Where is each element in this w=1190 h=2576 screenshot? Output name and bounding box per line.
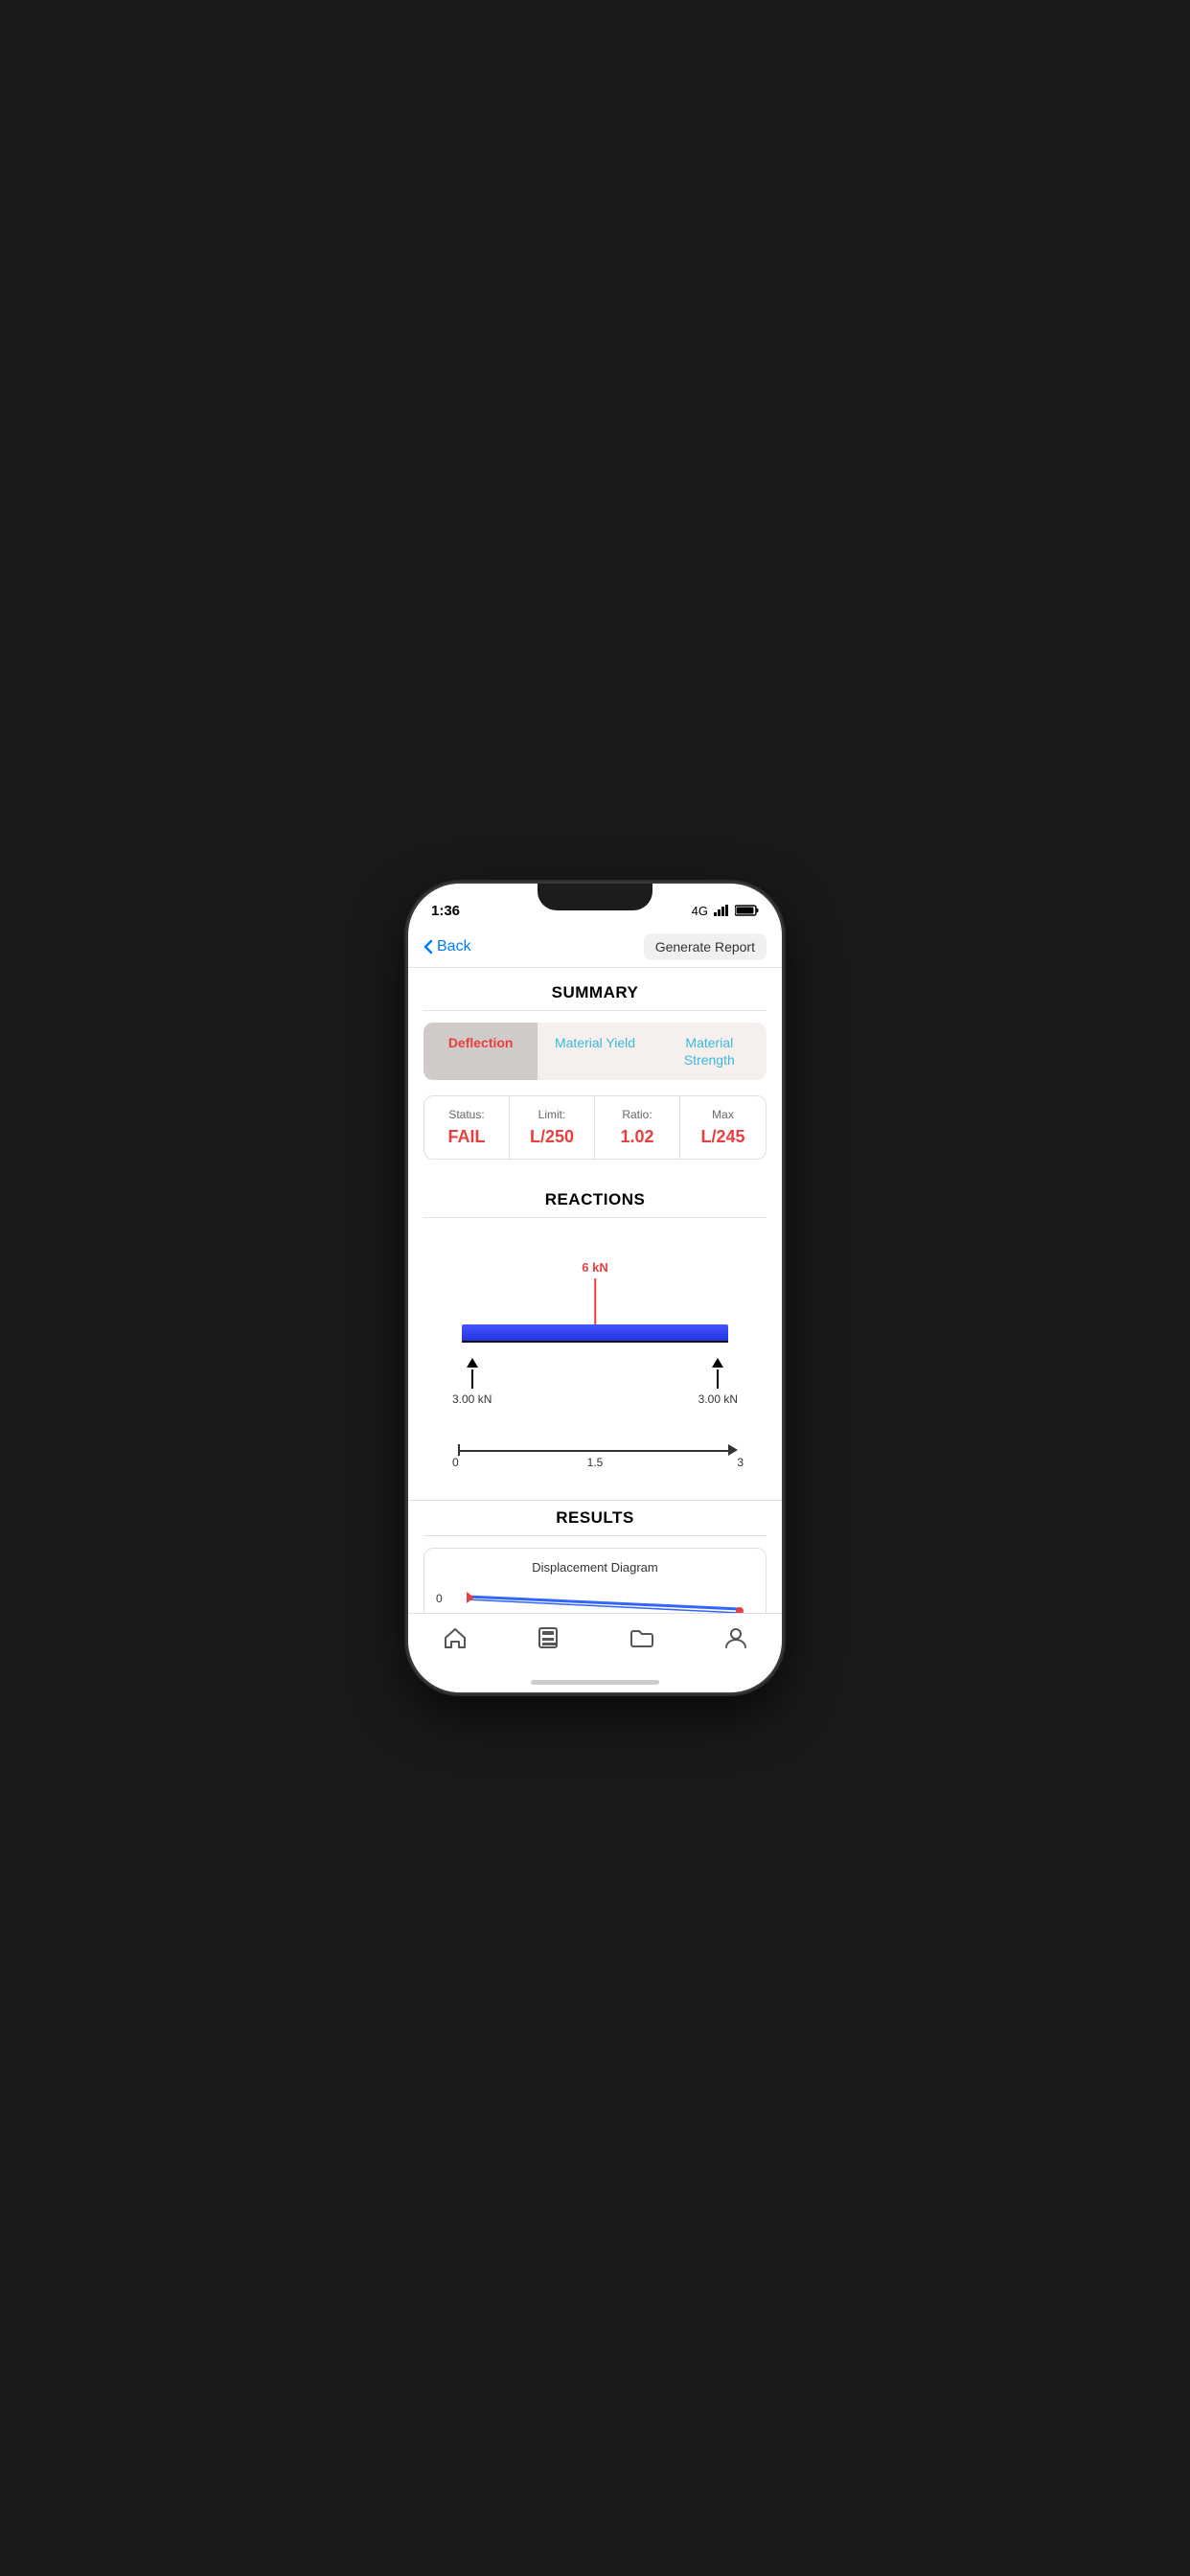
scale-axis: 0 1.5 3 <box>439 1440 751 1469</box>
reaction-right-line <box>717 1369 719 1389</box>
results-section: RESULTS Displacement Diagram 0 <box>408 1500 782 1613</box>
reaction-right: 3.00 kN <box>698 1358 738 1406</box>
status-value-max: L/245 <box>688 1127 758 1147</box>
tab-bar-user[interactable] <box>708 1622 764 1654</box>
status-label-ratio: Ratio: <box>603 1108 672 1121</box>
displacement-svg <box>451 1582 769 1613</box>
phone-screen: 1:36 4G <box>408 884 782 1692</box>
axis-tick <box>458 1444 460 1456</box>
status-grid: Status: FAIL Limit: L/250 Ratio: 1.02 Ma… <box>423 1095 767 1160</box>
home-icon <box>443 1625 468 1650</box>
reaction-left-arrowhead <box>467 1358 478 1368</box>
status-cell-status: Status: FAIL <box>424 1096 510 1159</box>
axis-line <box>458 1450 732 1452</box>
reactions-title: REACTIONS <box>423 1190 767 1218</box>
reaction-left-line <box>471 1369 473 1389</box>
tab-material-yield[interactable]: Material Yield <box>538 1023 652 1080</box>
tab-deflection[interactable]: Deflection <box>423 1023 538 1080</box>
summary-section: SUMMARY Deflection Material Yield Materi… <box>408 968 782 1183</box>
displacement-diagram: 0 <box>436 1582 754 1613</box>
displacement-title: Displacement Diagram <box>436 1560 754 1575</box>
status-icons: 4G <box>692 904 759 918</box>
reaction-right-arrowhead <box>712 1358 723 1368</box>
disp-label-0: 0 <box>436 1592 443 1605</box>
status-label-max: Max <box>688 1108 758 1121</box>
status-value-status: FAIL <box>432 1127 501 1147</box>
signal-icon <box>714 905 729 916</box>
beam <box>462 1324 728 1342</box>
status-cell-limit: Limit: L/250 <box>510 1096 595 1159</box>
force-label: 6 kN <box>582 1260 607 1275</box>
status-time: 1:36 <box>431 903 460 919</box>
tab-bar-home[interactable] <box>427 1622 483 1654</box>
reaction-left: 3.00 kN <box>452 1358 492 1406</box>
back-label: Back <box>437 938 471 955</box>
status-label-limit: Limit: <box>517 1108 586 1121</box>
status-value-ratio: 1.02 <box>603 1127 672 1147</box>
status-value-limit: L/250 <box>517 1127 586 1147</box>
home-indicator <box>531 1680 659 1685</box>
tabs-container: Deflection Material Yield Material Stren… <box>423 1023 767 1080</box>
status-cell-max: Max L/245 <box>680 1096 766 1159</box>
summary-title: SUMMARY <box>423 983 767 1011</box>
signal-label: 4G <box>692 904 708 918</box>
reactions-section: REACTIONS 6 kN 3.00 kN <box>408 1183 782 1500</box>
axis-arrow <box>728 1444 738 1456</box>
notch <box>538 884 652 910</box>
nav-bar: Back Generate Report <box>408 926 782 968</box>
user-icon <box>723 1625 748 1650</box>
battery-icon <box>735 905 759 916</box>
reaction-right-label: 3.00 kN <box>698 1392 738 1406</box>
phone-frame: 1:36 4G <box>408 884 782 1692</box>
force-down-line <box>594 1278 596 1331</box>
back-button[interactable]: Back <box>423 938 471 955</box>
axis-label-mid: 1.5 <box>587 1456 604 1469</box>
reactions-diagram: 6 kN 3.00 kN <box>423 1233 767 1425</box>
folder-icon <box>629 1625 655 1650</box>
results-title: RESULTS <box>423 1508 767 1536</box>
axis-label-0: 0 <box>452 1456 459 1469</box>
axis-label-end: 3 <box>737 1456 744 1469</box>
reaction-left-label: 3.00 kN <box>452 1392 492 1406</box>
displacement-card: Displacement Diagram 0 <box>423 1548 767 1613</box>
tab-material-strength[interactable]: Material Strength <box>652 1023 767 1080</box>
status-label-status: Status: <box>432 1108 501 1121</box>
calculator-icon <box>536 1625 561 1650</box>
tab-bar-folder[interactable] <box>613 1622 671 1654</box>
tab-bar-calculator[interactable] <box>520 1622 576 1654</box>
generate-report-button[interactable]: Generate Report <box>644 933 767 960</box>
status-cell-ratio: Ratio: 1.02 <box>595 1096 680 1159</box>
back-chevron-icon <box>423 939 433 954</box>
main-content: SUMMARY Deflection Material Yield Materi… <box>408 968 782 1613</box>
